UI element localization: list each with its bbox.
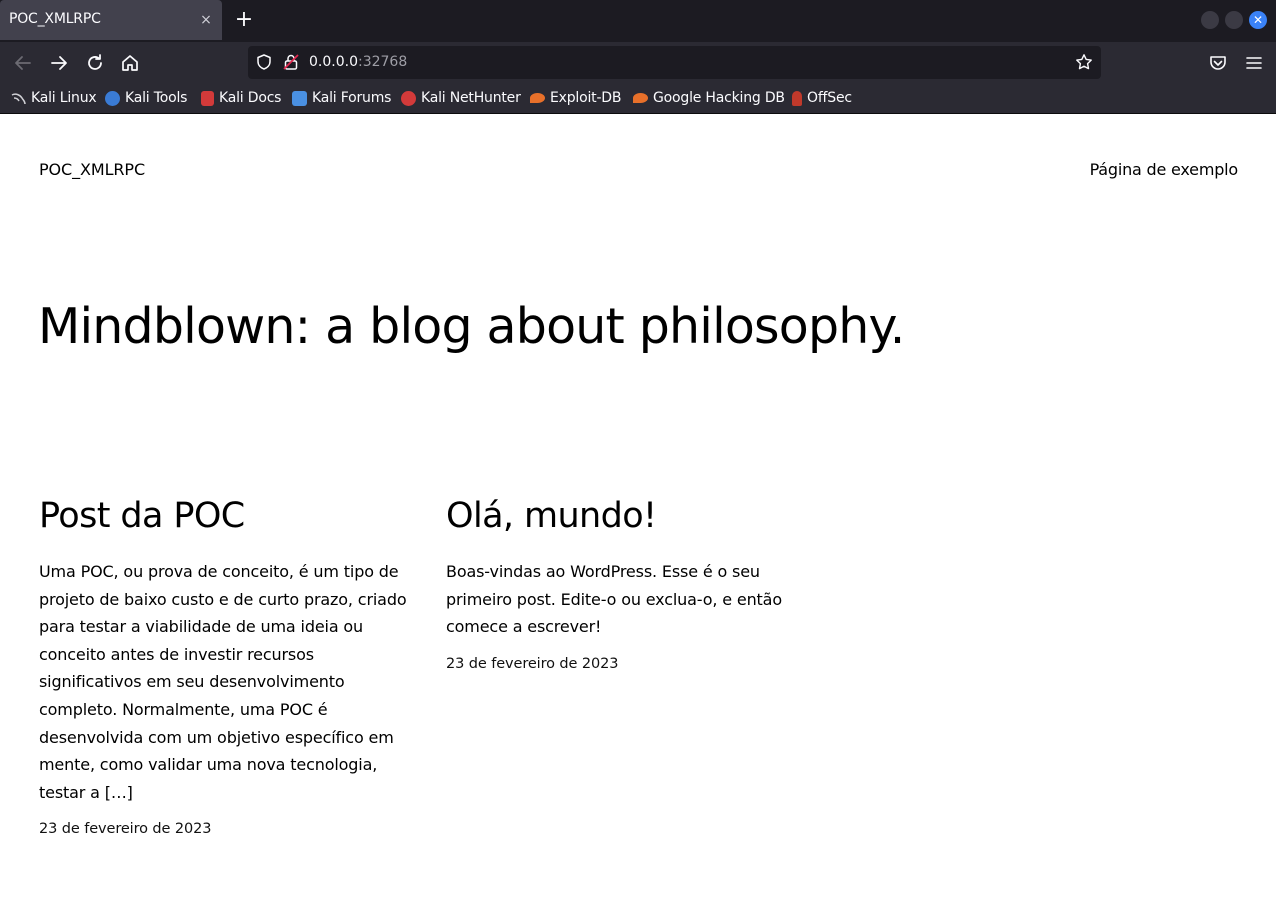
forward-arrow-icon[interactable]: [48, 52, 70, 74]
tab-bar: POC_XMLRPC × + ✕: [0, 0, 1276, 42]
nethunter-icon: [401, 90, 416, 106]
reload-icon[interactable]: [84, 52, 106, 74]
post-title-link[interactable]: Post da POC: [39, 493, 419, 539]
kali-docs-icon: [201, 90, 214, 106]
post-date-link[interactable]: 23 de fevereiro de 2023: [446, 656, 826, 672]
shield-icon[interactable]: [255, 53, 273, 71]
bookmark-exploit-db[interactable]: Exploit-DB: [530, 89, 621, 107]
new-tab-icon[interactable]: +: [233, 9, 255, 31]
post-card: Olá, mundo! Boas-vindas ao WordPress. Es…: [446, 493, 826, 672]
kali-tools-icon: [105, 90, 120, 106]
maximize-button[interactable]: [1225, 11, 1243, 29]
site-title-link[interactable]: POC_XMLRPC: [39, 160, 145, 179]
url-port: :32768: [357, 54, 408, 70]
exploit-db-icon: [530, 93, 545, 103]
nav-toolbar: 0.0.0.0:32768: [0, 42, 1276, 83]
bookmark-label: Kali Forums: [312, 90, 392, 106]
post-excerpt: Uma POC, ou prova de conceito, é um tipo…: [39, 562, 407, 802]
tab-close-icon[interactable]: ×: [198, 10, 214, 30]
tab-title: POC_XMLRPC: [9, 11, 101, 27]
bookmark-kali-linux[interactable]: Kali Linux: [11, 89, 97, 107]
url-text[interactable]: 0.0.0.0:32768: [309, 54, 407, 70]
bookmark-google-hacking-db[interactable]: Google Hacking DB: [633, 89, 785, 107]
home-icon[interactable]: [119, 52, 141, 74]
minimize-button[interactable]: [1201, 11, 1219, 29]
post-card: Post da POC Uma POC, ou prova de conceit…: [39, 493, 419, 837]
nav-link-sample-page[interactable]: Página de exemplo: [1090, 160, 1239, 179]
bookmark-label: Kali Tools: [125, 90, 188, 106]
ghdb-icon: [633, 93, 648, 103]
bookmark-kali-docs[interactable]: Kali Docs: [201, 89, 281, 107]
bookmarks-toolbar: Kali Linux Kali Tools Kali Docs Kali For…: [0, 83, 1276, 114]
kali-forums-icon: [292, 90, 307, 106]
offsec-icon: [792, 90, 802, 106]
post-date-link[interactable]: 23 de fevereiro de 2023: [39, 821, 419, 837]
bookmark-offsec[interactable]: OffSec: [792, 89, 852, 107]
bookmark-label: Google Hacking DB: [653, 90, 785, 106]
bookmark-kali-tools[interactable]: Kali Tools: [105, 89, 187, 107]
window-close-button[interactable]: ✕: [1249, 11, 1267, 29]
url-host: 0.0.0.0: [309, 54, 358, 70]
bookmark-label: OffSec: [807, 90, 852, 106]
hero-heading: Mindblown: a blog about philosophy.: [38, 298, 905, 355]
kali-dragon-icon: [11, 91, 26, 106]
bookmark-label: Kali Linux: [31, 90, 97, 106]
back-arrow-icon[interactable]: [12, 52, 34, 74]
bookmark-kali-nethunter[interactable]: Kali NetHunter: [401, 89, 521, 107]
bookmark-label: Kali NetHunter: [421, 90, 521, 106]
url-bar[interactable]: 0.0.0.0:32768: [248, 46, 1101, 79]
hamburger-menu-icon[interactable]: [1243, 52, 1265, 74]
bookmark-star-icon[interactable]: [1075, 53, 1093, 71]
active-tab[interactable]: POC_XMLRPC ×: [0, 0, 222, 40]
bookmark-label: Exploit-DB: [550, 90, 622, 106]
post-excerpt: Boas-vindas ao WordPress. Esse é o seu p…: [446, 562, 782, 637]
post-title-link[interactable]: Olá, mundo!: [446, 493, 826, 539]
pocket-icon[interactable]: [1207, 52, 1229, 74]
bookmark-kali-forums[interactable]: Kali Forums: [292, 89, 391, 107]
insecure-lock-icon[interactable]: [282, 53, 300, 71]
bookmark-label: Kali Docs: [219, 90, 282, 106]
